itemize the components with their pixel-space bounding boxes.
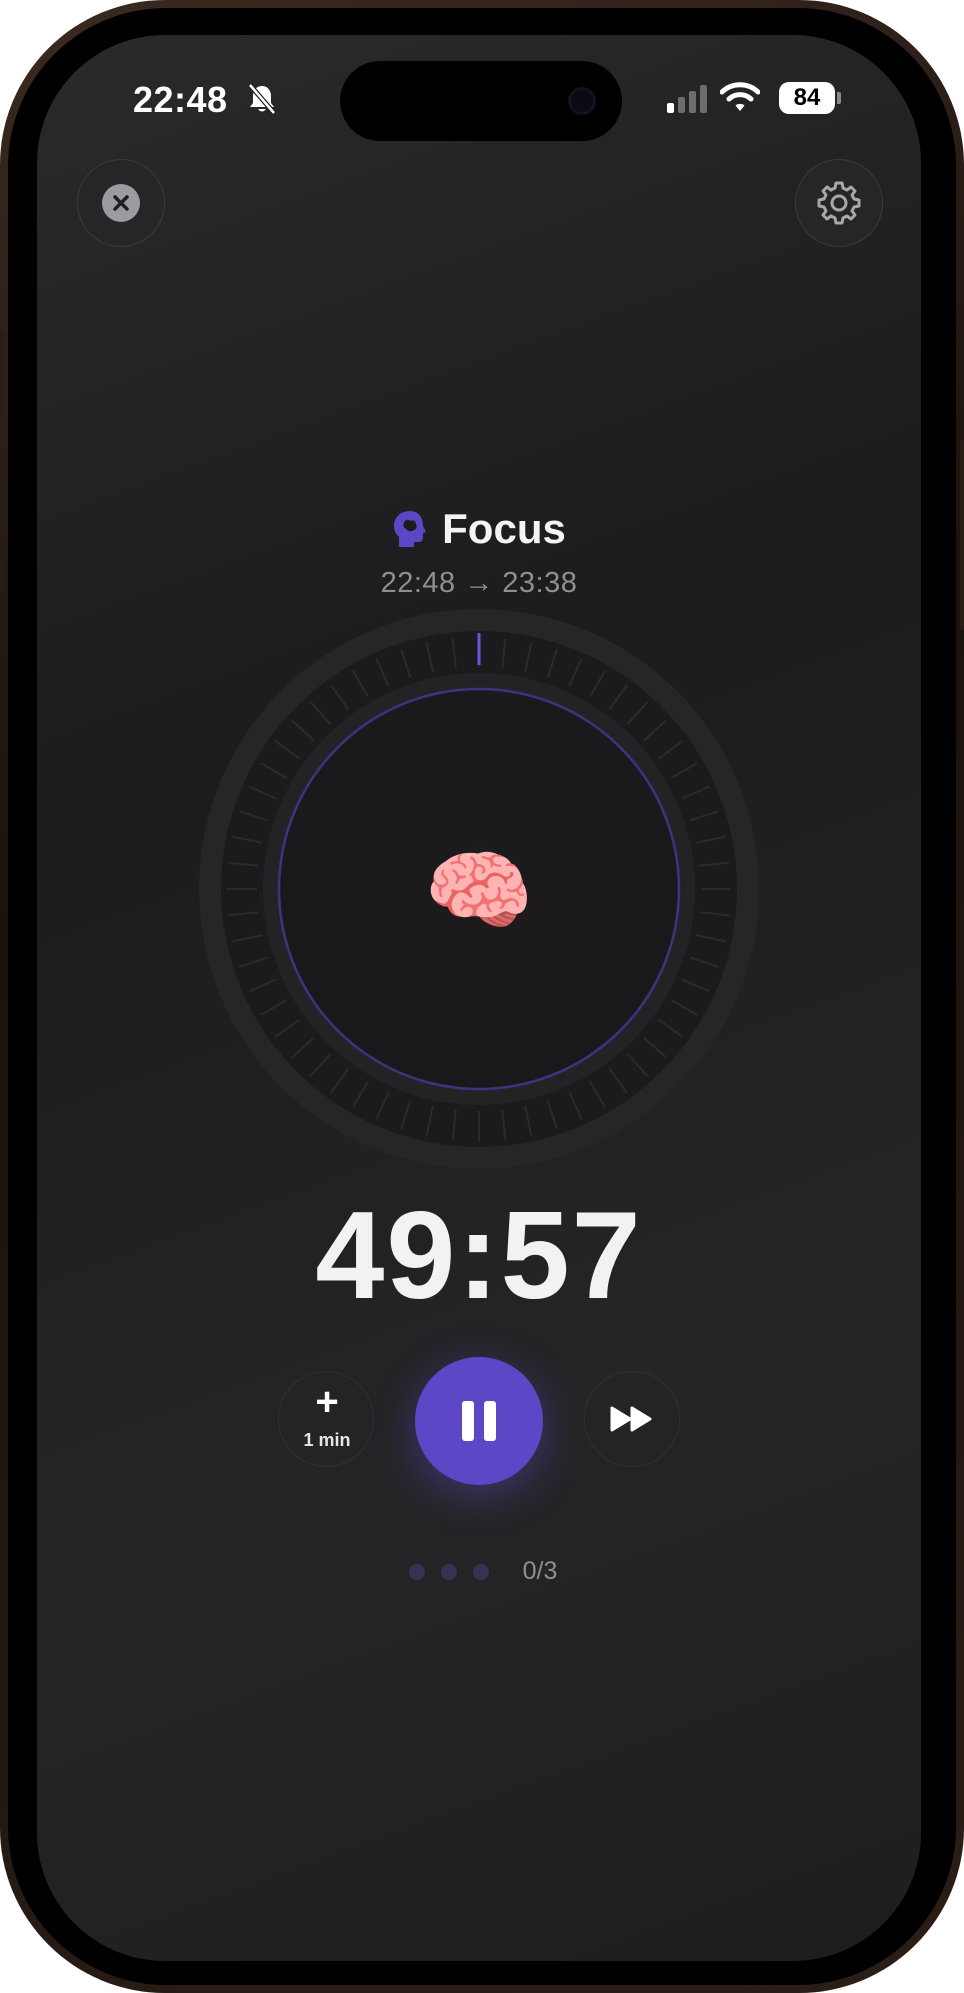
pause-button[interactable] bbox=[415, 1357, 543, 1485]
session-time-range: 22:48 → 23:38 bbox=[380, 567, 578, 599]
session-progress: 0/3 bbox=[37, 1557, 921, 1586]
battery-tip bbox=[837, 92, 841, 104]
timer-dial: 🧠 bbox=[199, 609, 759, 1169]
gear-icon bbox=[817, 181, 861, 225]
progress-dot bbox=[408, 1563, 425, 1580]
battery-icon: 84 bbox=[779, 82, 841, 114]
session-emoji: 🧠 bbox=[424, 841, 534, 940]
add-minute-label: 1 min bbox=[303, 1430, 351, 1450]
progress-dots bbox=[401, 1563, 497, 1580]
wifi-icon bbox=[720, 82, 760, 111]
power-button bbox=[960, 440, 964, 630]
bell-slash-icon bbox=[248, 83, 276, 115]
fast-forward-icon bbox=[610, 1406, 652, 1432]
close-icon bbox=[102, 184, 140, 222]
pause-icon bbox=[457, 1401, 501, 1441]
status-time: 22:48 bbox=[133, 79, 228, 120]
battery-level: 84 bbox=[779, 82, 835, 114]
plus-icon: + bbox=[315, 1380, 339, 1424]
brain-head-icon bbox=[394, 511, 427, 547]
camera-icon bbox=[568, 87, 596, 115]
cellular-signal-icon bbox=[667, 85, 707, 113]
progress-label: 0/3 bbox=[522, 1557, 558, 1585]
progress-dot bbox=[472, 1563, 489, 1580]
close-button[interactable] bbox=[77, 159, 165, 247]
settings-button[interactable] bbox=[795, 159, 883, 247]
countdown-display: 49:57 bbox=[315, 1187, 643, 1325]
skip-button[interactable] bbox=[584, 1371, 680, 1467]
add-minute-button[interactable]: + 1 min bbox=[278, 1371, 374, 1467]
dynamic-island bbox=[340, 61, 622, 141]
session-title: Focus bbox=[442, 505, 566, 552]
pause-bar-left bbox=[462, 1401, 474, 1441]
session-title-row: Focus bbox=[37, 505, 921, 553]
silent-switch bbox=[0, 330, 4, 420]
pause-bar-right bbox=[484, 1401, 496, 1441]
volume-up-button bbox=[0, 460, 4, 590]
progress-dot bbox=[440, 1563, 457, 1580]
screen: 22:48 84 Focus 22:48 → 23:38 🧠 49:57 + 1… bbox=[37, 35, 921, 1961]
